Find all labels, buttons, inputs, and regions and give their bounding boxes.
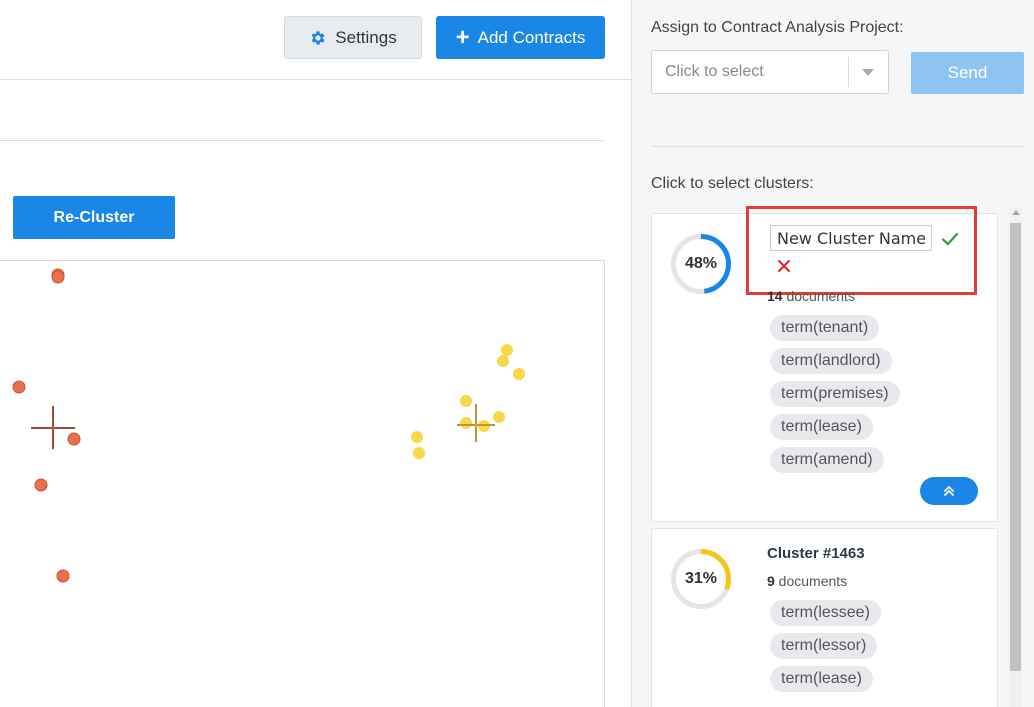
main-area: Settings + Add Contracts Re-Cluster xyxy=(0,0,631,707)
divider xyxy=(0,140,605,141)
settings-button-label: Settings xyxy=(335,27,397,47)
cluster-title: Cluster #1463 xyxy=(767,545,865,562)
term-tag: term(premises) xyxy=(770,381,900,407)
scatter-point xyxy=(493,411,505,423)
percent-label: 31% xyxy=(684,570,718,587)
scatter-point xyxy=(67,432,81,446)
term-tag: term(lease) xyxy=(770,666,873,692)
caret-down-icon[interactable] xyxy=(862,69,874,76)
cluster-card[interactable]: 31% Cluster #1463 9 documents term(lesse… xyxy=(651,528,998,707)
cluster-card[interactable]: 48% 14 documents term(tenant) term(landl… xyxy=(651,206,998,522)
scatter-point xyxy=(460,395,472,407)
cluster-scatter xyxy=(12,268,525,583)
scatter-point xyxy=(56,569,70,583)
scrollbar-thumb[interactable] xyxy=(1010,223,1021,671)
close-icon[interactable] xyxy=(777,259,791,273)
plus-icon: + xyxy=(455,23,470,51)
document-count-value: 9 xyxy=(767,573,775,589)
scatter-point xyxy=(497,355,509,367)
term-tag: term(lessee) xyxy=(770,600,881,626)
right-panel: Assign to Contract Analysis Project: Cli… xyxy=(631,0,1034,707)
percent-label: 48% xyxy=(684,255,718,272)
add-contracts-button[interactable]: + Add Contracts xyxy=(436,16,605,59)
term-tag: term(tenant) xyxy=(770,315,880,341)
settings-button[interactable]: Settings xyxy=(284,16,422,59)
term-tag: term(lessor) xyxy=(770,633,878,659)
term-tag: term(amend) xyxy=(770,447,884,473)
document-count-suffix: documents xyxy=(774,573,848,589)
scatter-point xyxy=(34,478,48,492)
project-select[interactable]: Click to select xyxy=(651,50,889,94)
document-count: 9 documents xyxy=(767,573,847,589)
cluster-name-input[interactable] xyxy=(770,225,932,251)
collapse-button[interactable] xyxy=(920,477,978,505)
divider xyxy=(651,146,1024,147)
check-icon[interactable] xyxy=(941,230,959,248)
select-divider xyxy=(848,57,849,87)
scatter-point xyxy=(501,344,513,356)
assign-project-label: Assign to Contract Analysis Project: xyxy=(651,19,904,36)
scatter-point xyxy=(12,380,26,394)
gear-icon xyxy=(311,30,325,45)
chevron-double-up-icon xyxy=(944,486,954,496)
divider xyxy=(0,79,631,80)
scatter-point xyxy=(513,368,525,380)
scatter-point xyxy=(51,270,65,284)
term-tag: term(lease) xyxy=(770,414,873,440)
send-button[interactable]: Send xyxy=(911,52,1024,94)
document-count: 14 documents xyxy=(767,288,855,304)
scatter-point xyxy=(413,447,425,459)
scatter-point xyxy=(411,431,423,443)
add-contracts-label: Add Contracts xyxy=(477,27,586,47)
select-clusters-label: Click to select clusters: xyxy=(651,175,814,192)
term-tags: term(tenant) term(landlord) term(premise… xyxy=(770,315,900,473)
recluster-button[interactable]: Re-Cluster xyxy=(13,196,175,239)
document-count-suffix: documents xyxy=(782,288,855,304)
term-tag: term(landlord) xyxy=(770,348,892,374)
term-tags: term(lessee) term(lessor) term(lease) xyxy=(770,600,881,692)
document-count-value: 14 xyxy=(767,288,783,304)
cluster-plot[interactable] xyxy=(0,260,605,707)
project-select-placeholder: Click to select xyxy=(665,63,764,80)
app-root: Settings + Add Contracts Re-Cluster Assi… xyxy=(0,0,1034,707)
scroll-up-icon[interactable] xyxy=(1012,210,1020,215)
scatter-point xyxy=(460,417,472,429)
